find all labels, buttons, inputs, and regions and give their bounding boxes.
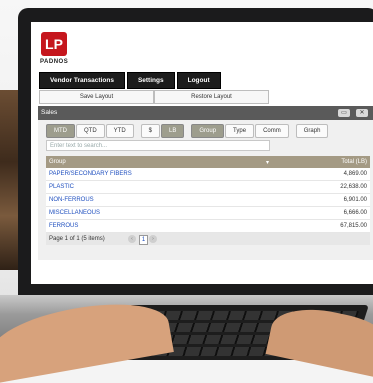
filter-dropdown-icon[interactable]: ▾: [266, 159, 269, 166]
nav-settings[interactable]: Settings: [126, 72, 175, 89]
layout-bar: Save Layout Restore Layout: [39, 90, 269, 104]
prev-page-icon[interactable]: ‹: [128, 235, 136, 243]
sales-grid: Group ▾ Total (LB) PAPER/SECONDARY FIBER…: [46, 156, 370, 245]
column-group[interactable]: Group: [49, 159, 66, 165]
sales-panel: MTD QTD YTD $ LB Group Type Comm Graph E…: [38, 120, 373, 260]
row-total: 6,666.00: [343, 210, 367, 216]
padnos-logo: LP: [41, 32, 67, 60]
grid-header: Group ▾ Total (LB): [46, 156, 370, 168]
tab-type[interactable]: Type: [225, 124, 255, 138]
nav-vendor-transactions[interactable]: Vendor Transactions: [39, 72, 125, 89]
column-total[interactable]: Total (LB): [341, 159, 367, 165]
nav-logout[interactable]: Logout: [176, 72, 221, 89]
restore-window-icon[interactable]: ▭: [338, 109, 350, 117]
logo-mark: LP: [41, 32, 67, 56]
tab-mtd[interactable]: MTD: [46, 124, 75, 138]
row-total: 67,815.00: [340, 223, 367, 229]
tab-comm[interactable]: Comm: [255, 124, 289, 138]
restore-layout-button[interactable]: Restore Layout: [154, 90, 269, 104]
row-total: 22,638.00: [340, 184, 367, 190]
next-page-icon[interactable]: ›: [149, 235, 157, 243]
sales-window-header: Sales ▭ ✕: [38, 106, 373, 120]
tab-graph[interactable]: Graph: [295, 124, 329, 138]
table-row[interactable]: NON-FERROUS 6,901.00: [46, 194, 370, 207]
group-link[interactable]: NON-FERROUS: [49, 197, 94, 203]
tab-strip: MTD QTD YTD $ LB Group Type Comm Graph: [46, 124, 329, 138]
pager-summary: Page 1 of 1 (5 items): [49, 236, 105, 242]
close-window-icon[interactable]: ✕: [356, 109, 368, 117]
table-row[interactable]: FERROUS 67,815.00: [46, 220, 370, 233]
brand-name: PADNOS: [40, 59, 69, 65]
group-link[interactable]: PAPER/SECONDARY FIBERS: [49, 171, 132, 177]
group-link[interactable]: FERROUS: [49, 223, 78, 229]
row-total: 6,901.00: [343, 197, 367, 203]
top-nav: Vendor Transactions Settings Logout: [39, 72, 223, 89]
save-layout-button[interactable]: Save Layout: [39, 90, 154, 104]
app-screen: LP PADNOS Vendor Transactions Settings L…: [31, 22, 373, 284]
table-row[interactable]: PAPER/SECONDARY FIBERS 4,869.00: [46, 168, 370, 181]
pager: Page 1 of 1 (5 items) ‹ 1 ›: [46, 233, 370, 245]
table-row[interactable]: PLASTIC 22,638.00: [46, 181, 370, 194]
tab-qtd[interactable]: QTD: [76, 124, 105, 138]
window-title: Sales: [41, 109, 58, 116]
table-row[interactable]: MISCELLANEOUS 6,666.00: [46, 207, 370, 220]
row-total: 4,869.00: [343, 171, 367, 177]
group-link[interactable]: MISCELLANEOUS: [49, 210, 100, 216]
search-input[interactable]: Enter text to search...: [46, 140, 270, 151]
tab-lb[interactable]: LB: [161, 124, 185, 138]
tab-dollars[interactable]: $: [140, 124, 161, 138]
page-1-button[interactable]: 1: [139, 235, 148, 245]
tab-group[interactable]: Group: [191, 124, 225, 138]
group-link[interactable]: PLASTIC: [49, 184, 74, 190]
tab-ytd[interactable]: YTD: [105, 124, 134, 138]
